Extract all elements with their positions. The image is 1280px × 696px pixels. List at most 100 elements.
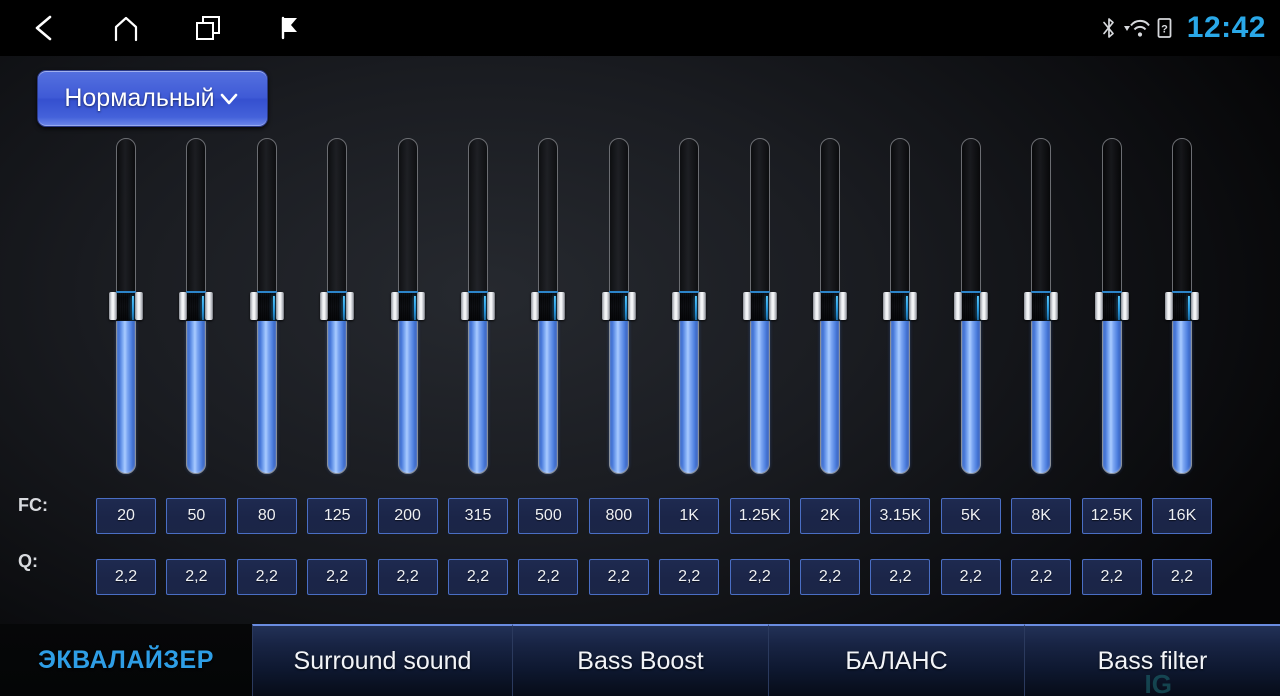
fc-value-box[interactable]: 3.15K: [870, 498, 931, 534]
slider-thumb-body: [256, 291, 277, 321]
q-value-box[interactable]: 2,2: [870, 559, 931, 595]
q-value-text: 2,2: [607, 568, 630, 585]
q-value-box[interactable]: 2,2: [236, 559, 297, 595]
slider-thumb[interactable]: [601, 291, 636, 321]
q-value-text: 2,2: [889, 568, 912, 585]
q-value-box[interactable]: 2,2: [729, 559, 790, 595]
fc-value-box[interactable]: 80: [236, 498, 297, 534]
fc-value-box[interactable]: 500: [518, 498, 579, 534]
tab-label: БАЛАНС: [845, 646, 948, 675]
eq-slider-80[interactable]: [249, 138, 284, 474]
q-value-box[interactable]: 2,2: [1152, 559, 1212, 595]
slider-thumb[interactable]: [390, 291, 425, 321]
slider-thumb[interactable]: [320, 291, 355, 321]
tab-2[interactable]: Surround sound: [252, 624, 512, 696]
fc-value-box[interactable]: 16K: [1152, 498, 1212, 534]
q-value-box[interactable]: 2,2: [588, 559, 649, 595]
slider-thumb-cap-left: [601, 292, 610, 320]
home-icon[interactable]: [106, 8, 146, 48]
eq-slider-1.25k[interactable]: [742, 138, 777, 474]
slider-fill: [468, 308, 488, 474]
slider-thumb-cap-right: [909, 292, 918, 320]
slider-thumb-cap-left: [390, 292, 399, 320]
q-value-box[interactable]: 2,2: [96, 559, 156, 595]
fc-value-text: 12.5K: [1090, 507, 1133, 524]
fc-value-box[interactable]: 1.25K: [729, 498, 790, 534]
slider-thumb[interactable]: [249, 291, 284, 321]
fc-value-box[interactable]: 20: [96, 498, 156, 534]
q-value-box[interactable]: 2,2: [940, 559, 1001, 595]
slider-thumb-body: [608, 291, 629, 321]
slider-thumb-body: [538, 291, 559, 321]
fc-value-box[interactable]: 12.5K: [1081, 498, 1142, 534]
slider-thumb[interactable]: [883, 291, 918, 321]
recent-apps-icon[interactable]: [188, 8, 228, 48]
slider-thumb[interactable]: [953, 291, 988, 321]
slider-thumb-body: [1172, 291, 1192, 321]
slider-thumb[interactable]: [461, 291, 495, 321]
tab-label: Bass filter: [1097, 646, 1208, 675]
slider-thumb[interactable]: [1165, 291, 1199, 321]
slider-thumb-indicator: [554, 296, 557, 320]
slider-thumb-cap-right: [768, 292, 777, 320]
slider-thumb-cap-left: [109, 292, 117, 320]
eq-slider-1k[interactable]: [672, 138, 707, 474]
preset-dropdown-button[interactable]: Нормальный: [37, 70, 268, 127]
q-value-box[interactable]: 2,2: [377, 559, 438, 595]
slider-thumb[interactable]: [1024, 291, 1059, 321]
fc-value-box[interactable]: 125: [307, 498, 368, 534]
flag-icon[interactable]: [270, 8, 310, 48]
slider-thumb[interactable]: [531, 291, 566, 321]
q-value-box[interactable]: 2,2: [448, 559, 508, 595]
q-value-box[interactable]: 2,2: [659, 559, 720, 595]
q-value-box[interactable]: 2,2: [1081, 559, 1142, 595]
eq-slider-2k[interactable]: [813, 138, 847, 474]
eq-slider-500[interactable]: [531, 138, 566, 474]
eq-slider-800[interactable]: [601, 138, 636, 474]
q-value-box[interactable]: 2,2: [166, 559, 227, 595]
eq-slider-5k[interactable]: [953, 138, 988, 474]
slider-thumb-body: [116, 291, 136, 321]
slider-thumb-cap-left: [461, 292, 469, 320]
slider-thumb[interactable]: [109, 291, 143, 321]
fc-value-box[interactable]: 200: [377, 498, 438, 534]
q-value-text: 2,2: [1030, 568, 1053, 585]
eq-slider-125[interactable]: [320, 138, 355, 474]
q-value-box[interactable]: 2,2: [518, 559, 579, 595]
q-value-box[interactable]: 2,2: [307, 559, 368, 595]
fc-value-box[interactable]: 50: [166, 498, 227, 534]
eq-slider-50[interactable]: [179, 138, 214, 474]
eq-slider-315[interactable]: [461, 138, 495, 474]
fc-value-box[interactable]: 2K: [800, 498, 860, 534]
q-value-box[interactable]: 2,2: [800, 559, 860, 595]
slider-thumb-body: [468, 291, 488, 321]
fc-value-box[interactable]: 800: [588, 498, 649, 534]
back-icon[interactable]: [24, 8, 64, 48]
slider-thumb[interactable]: [1094, 291, 1129, 321]
fc-value-box[interactable]: 5K: [940, 498, 1001, 534]
fc-value-box[interactable]: 1K: [659, 498, 720, 534]
slider-thumb-cap-right: [205, 292, 214, 320]
fc-value-box[interactable]: 315: [448, 498, 508, 534]
fc-value-box[interactable]: 8K: [1011, 498, 1072, 534]
slider-thumb[interactable]: [179, 291, 214, 321]
q-value-box[interactable]: 2,2: [1011, 559, 1072, 595]
eq-slider-20[interactable]: [109, 138, 143, 474]
eq-slider-16k[interactable]: [1165, 138, 1199, 474]
tab-1[interactable]: ЭКВАЛАЙЗЕР: [0, 624, 252, 696]
slider-fill: [256, 308, 277, 474]
slider-thumb[interactable]: [813, 291, 847, 321]
tab-5[interactable]: Bass filter: [1024, 624, 1280, 696]
eq-slider-8k[interactable]: [1024, 138, 1059, 474]
slider-thumb[interactable]: [672, 291, 707, 321]
eq-slider-200[interactable]: [390, 138, 425, 474]
eq-slider-3.15k[interactable]: [883, 138, 918, 474]
slider-fill: [538, 308, 559, 474]
tab-4[interactable]: БАЛАНС: [768, 624, 1024, 696]
tab-3[interactable]: Bass Boost: [512, 624, 768, 696]
slider-thumb-indicator: [976, 296, 979, 320]
status-clock: 12:42: [1186, 11, 1266, 44]
q-values-row: 2,2 2,2 2,2 2,2 2,2 2,2 2,2 2,2 2,2 2,2 2,2 2,2 2,2 2…: [0, 559, 1280, 595]
slider-thumb[interactable]: [742, 291, 777, 321]
eq-slider-12.5k[interactable]: [1094, 138, 1129, 474]
